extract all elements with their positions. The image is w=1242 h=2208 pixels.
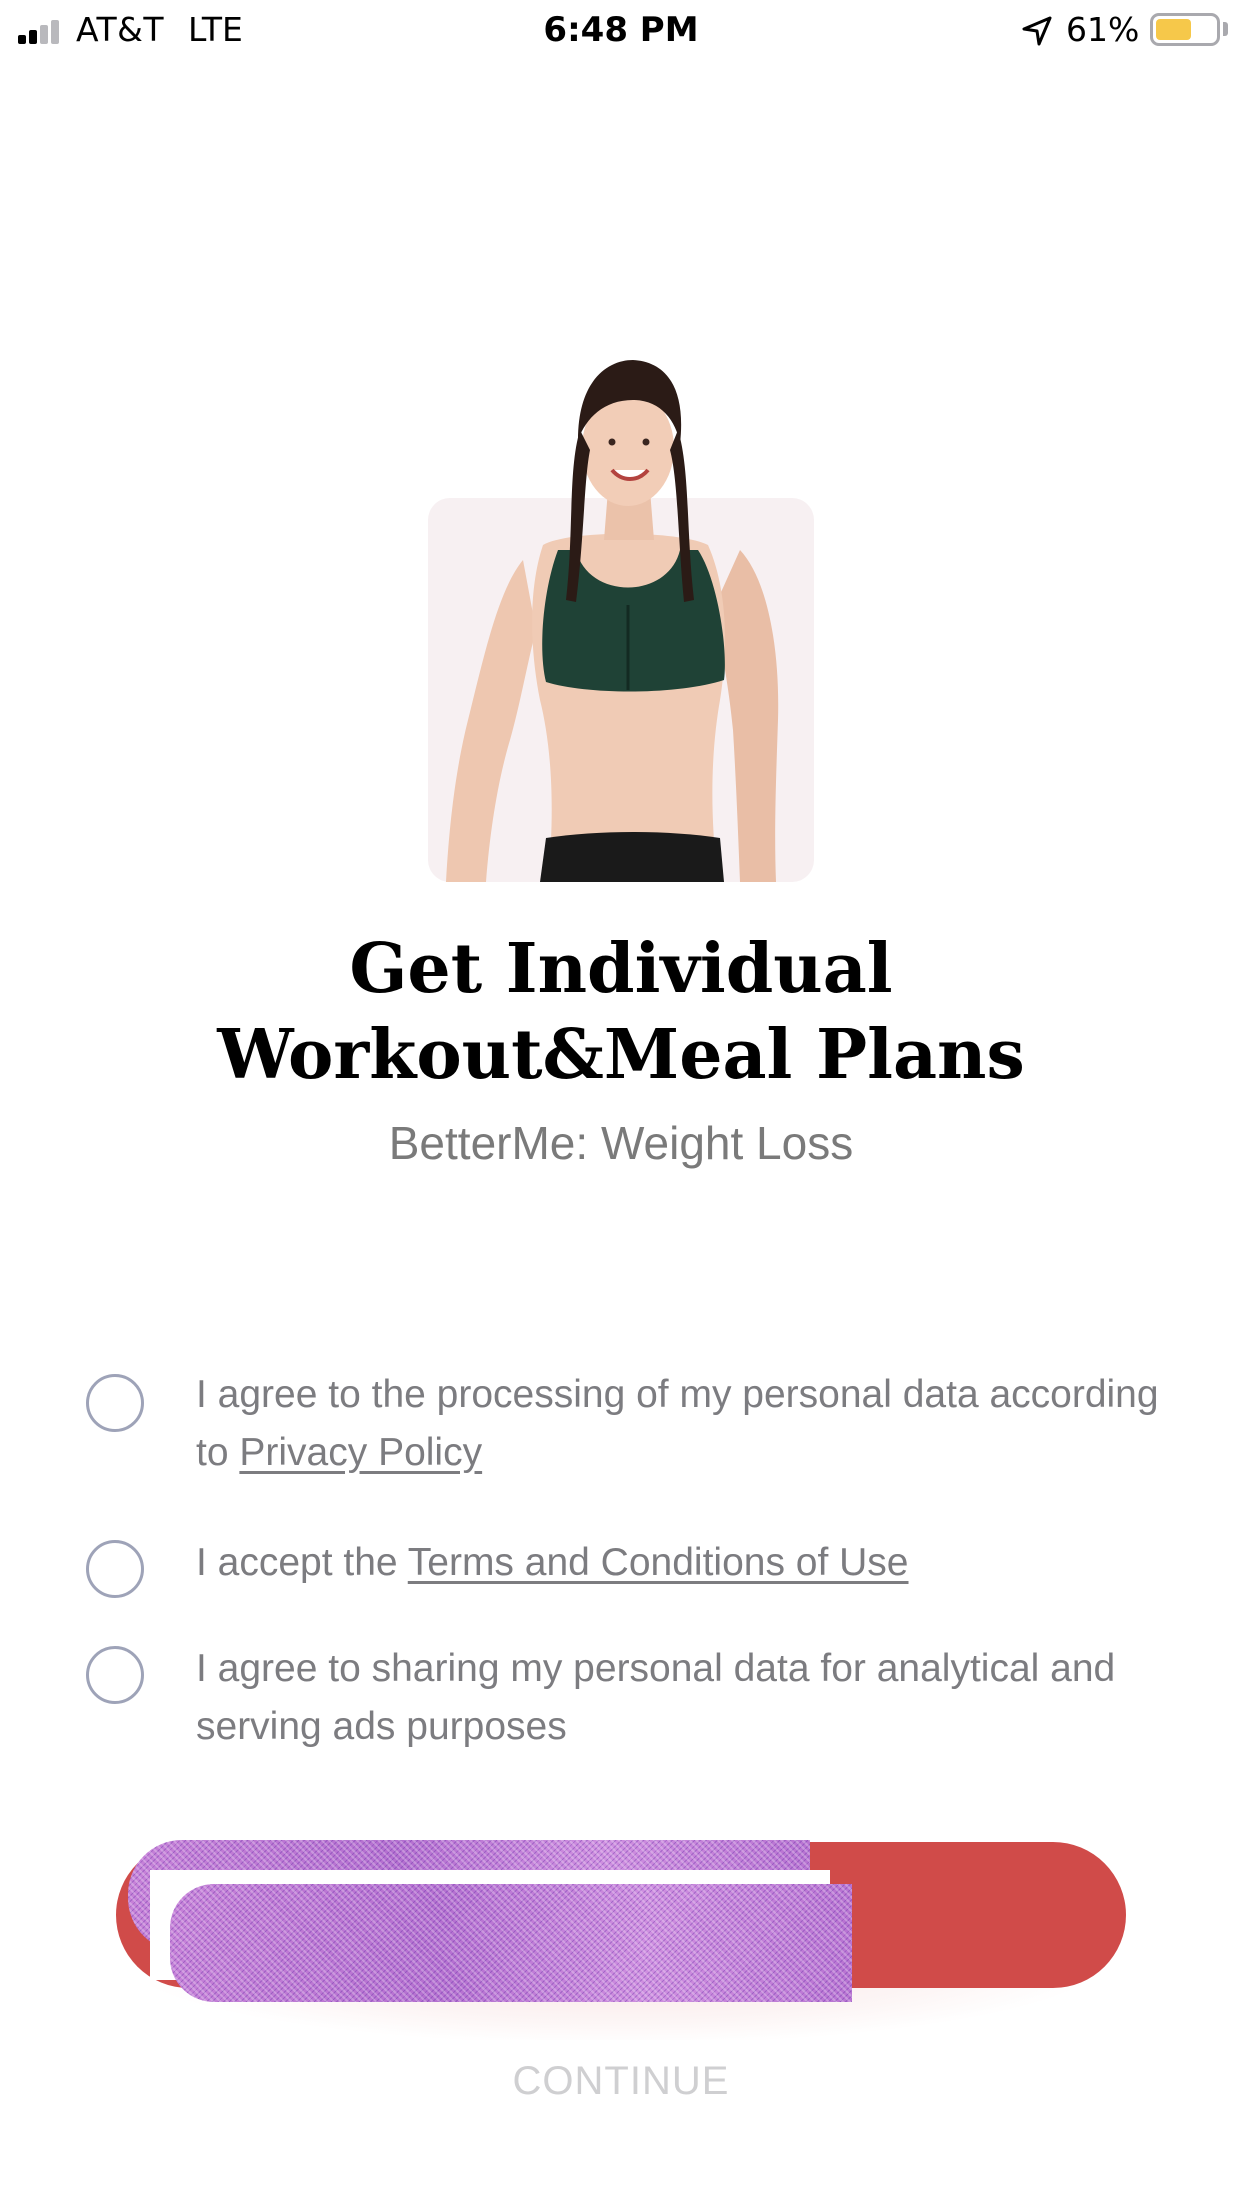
consent-terms-radio[interactable] [86,1540,144,1598]
page-title-line-2: Workout&Meal Plans [217,1015,1025,1095]
consent-privacy-radio[interactable] [86,1374,144,1432]
redacted-area [170,1884,852,2002]
consent-ads-radio[interactable] [86,1646,144,1704]
battery-percent: 61% [1066,10,1140,49]
continue-button[interactable]: CONTINUE [0,2058,1242,2105]
consent-privacy-text: I agree to the processing of my personal… [196,1366,1196,1482]
location-arrow-icon [1022,16,1052,46]
battery-icon [1150,13,1220,46]
terms-conditions-link[interactable]: Terms and Conditions of Use [408,1541,909,1584]
status-time: 6:48 PM [543,10,699,50]
app-subtitle: BetterMe: Weight Loss [388,1117,854,1169]
consent-ads-label: I agree to sharing my personal data for … [196,1647,1116,1748]
battery-cap [1223,22,1228,36]
page-title-line-1: Get Individual [349,929,893,1009]
privacy-policy-link[interactable]: Privacy Policy [239,1431,482,1474]
consent-terms-label: I accept the [196,1541,408,1584]
page-title: Get Individual Workout&Meal Plans [0,926,1242,1098]
hero-image [428,360,814,882]
status-bar: AT&T LTE 6:48 PM 61% [0,0,1242,62]
consent-terms-text: I accept the Terms and Conditions of Use [196,1534,1196,1592]
battery-fill [1156,19,1191,40]
consent-ads-text: I agree to sharing my personal data for … [196,1640,1196,1756]
woman-fitness-photo [446,360,779,882]
